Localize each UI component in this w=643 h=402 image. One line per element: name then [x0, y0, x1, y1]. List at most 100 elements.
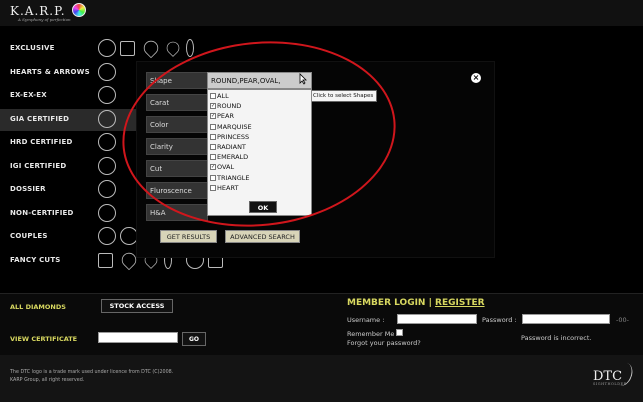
shape-option-heart[interactable]: HEART [208, 184, 311, 194]
shape-tooltip: Click to select Shapes [309, 90, 378, 102]
checkbox-icon[interactable]: ✓ [210, 113, 216, 120]
dtc-logo: DTC SIGHTHOLDER [593, 369, 627, 386]
nav-item-label: GIA CERTIFIED [10, 114, 70, 123]
checkbox-icon[interactable] [210, 143, 216, 150]
shape-option-radiant[interactable]: RADIANT [208, 143, 311, 153]
password-label: Password : [482, 316, 517, 324]
shape-select-field[interactable]: ROUND,PEAR,OVAL, [207, 72, 312, 89]
round-icon[interactable] [98, 86, 116, 104]
remember-me-checkbox[interactable] [396, 329, 403, 336]
checkbox-icon[interactable] [210, 133, 216, 140]
criteria-shape[interactable]: Shape [146, 72, 208, 89]
option-label: ROUND [217, 102, 242, 111]
nav-item-0[interactable]: EXCLUSIVE [0, 37, 240, 60]
nav-item-label: HRD CERTIFIED [10, 138, 73, 146]
username-input[interactable] [397, 314, 477, 324]
member-login-label: MEMBER LOGIN [347, 298, 426, 308]
advanced-search-button[interactable]: ADVANCED SEARCH [225, 230, 300, 243]
register-link[interactable]: REGISTER [435, 298, 485, 308]
header-bar: K.A.R.P. A Symphony of perfection [0, 0, 643, 26]
nav-item-label: EXCLUSIVE [10, 44, 55, 52]
option-label: ALL [217, 92, 229, 100]
get-results-button[interactable]: GET RESULTS [160, 230, 217, 243]
checkbox-icon[interactable] [210, 184, 216, 191]
criteria-cut[interactable]: Cut [146, 160, 208, 177]
criteria-color[interactable]: Color [146, 116, 208, 133]
option-label: TRIANGLE [217, 173, 250, 182]
checkbox-icon[interactable]: ✓ [210, 164, 216, 171]
criteria-ha[interactable]: H&A [146, 204, 208, 221]
logo-text: K.A.R.P. [10, 4, 66, 18]
legal-text: The DTC logo is a trade mark used under … [10, 369, 173, 385]
square-icon[interactable] [98, 252, 113, 268]
round-icon[interactable] [98, 133, 116, 151]
pear-icon[interactable] [164, 39, 182, 57]
round-icon[interactable] [98, 62, 116, 81]
criteria-fluroscence[interactable]: Fluroscence [146, 182, 208, 199]
checkbox-icon[interactable] [210, 93, 216, 99]
ok-button[interactable]: OK [249, 201, 277, 213]
option-label: OVAL [217, 163, 235, 172]
stock-access-button[interactable]: STOCK ACCESS [101, 299, 173, 313]
shape-option-all[interactable]: ALL [208, 92, 311, 102]
nav-item-label: FANCY CUTS [10, 255, 61, 264]
checkbox-icon[interactable] [210, 123, 216, 130]
legal-line-1: The DTC logo is a trade mark used under … [10, 370, 174, 375]
nav-item-label: IGI CERTIFIED [10, 161, 67, 170]
shape-option-oval[interactable]: ✓ OVAL [208, 163, 311, 173]
criteria-list: Shape Carat Color Clarity Cut Fluroscence H&A [146, 72, 208, 226]
nav-item-label: HEARTS & ARROWS [10, 67, 90, 76]
option-label: RADIANT [217, 142, 246, 151]
criteria-carat[interactable]: Carat [146, 94, 208, 111]
shape-dropdown: ALL ✓ ROUND ✓ PEAR MARQUISE PRINCESS RADIANT EME… [207, 89, 312, 216]
round-icon[interactable] [98, 203, 116, 222]
legal-line-2: KARP Group, all right reserved. [10, 378, 85, 383]
certificate-input[interactable] [98, 332, 178, 343]
option-label: PEAR [217, 112, 234, 121]
nav-item-label: NON-CERTIFIED [10, 208, 74, 217]
nav-item-label: DOSSIER [10, 185, 46, 193]
option-label: PRINCESS [217, 132, 250, 141]
footer-panel [0, 293, 643, 355]
shape-option-pear[interactable]: ✓ PEAR [208, 112, 311, 122]
mouse-cursor-icon [299, 73, 307, 85]
shape-option-triangle[interactable]: TRIANGLE [208, 174, 311, 184]
square-icon[interactable] [120, 41, 135, 56]
password-suffix: -00- [616, 316, 629, 324]
checkbox-icon[interactable] [210, 154, 216, 161]
logo-tagline: A Symphony of perfection [18, 17, 71, 22]
round-icon[interactable] [98, 156, 116, 175]
go-button[interactable]: GO [182, 332, 206, 346]
username-label: Username : [347, 316, 385, 324]
checkbox-icon[interactable] [210, 174, 216, 181]
login-error-message: Password is incorrect. [521, 334, 592, 342]
shape-option-round[interactable]: ✓ ROUND [208, 102, 311, 112]
option-label: HEART [217, 183, 239, 192]
marquise-icon[interactable] [186, 39, 194, 57]
checkbox-icon[interactable]: ✓ [210, 103, 216, 110]
shape-option-princess[interactable]: PRINCESS [208, 133, 311, 143]
forgot-password-link[interactable]: Forgot your password? [347, 339, 421, 347]
member-login-heading: MEMBER LOGIN | REGISTER [347, 298, 485, 308]
title-separator: | [428, 298, 432, 308]
heart-icon[interactable] [140, 37, 162, 59]
option-label: MARQUISE [217, 122, 252, 131]
round-icon[interactable] [98, 227, 116, 245]
dtc-logo-subtext: SIGHTHOLDER [593, 382, 627, 386]
remember-me-label: Remember Me [347, 330, 395, 338]
close-icon[interactable]: × [471, 73, 481, 83]
round-icon[interactable] [98, 180, 116, 198]
round-icon[interactable] [98, 109, 116, 128]
round-icon[interactable] [98, 39, 116, 57]
option-label: EMERALD [217, 153, 249, 162]
shape-select-value: ROUND,PEAR,OVAL, [211, 77, 281, 85]
diamond-logo-icon [72, 3, 86, 17]
shape-option-emerald[interactable]: EMERALD [208, 153, 311, 163]
password-input[interactable] [522, 314, 610, 324]
karp-logo[interactable]: K.A.R.P. A Symphony of perfection [10, 4, 71, 22]
nav-item-label: COUPLES [10, 232, 48, 240]
view-certificate-label: VIEW CERTIFICATE [10, 335, 78, 343]
all-diamonds-label: ALL DIAMONDS [10, 303, 66, 311]
shape-option-marquise[interactable]: MARQUISE [208, 123, 311, 133]
criteria-clarity[interactable]: Clarity [146, 138, 208, 155]
